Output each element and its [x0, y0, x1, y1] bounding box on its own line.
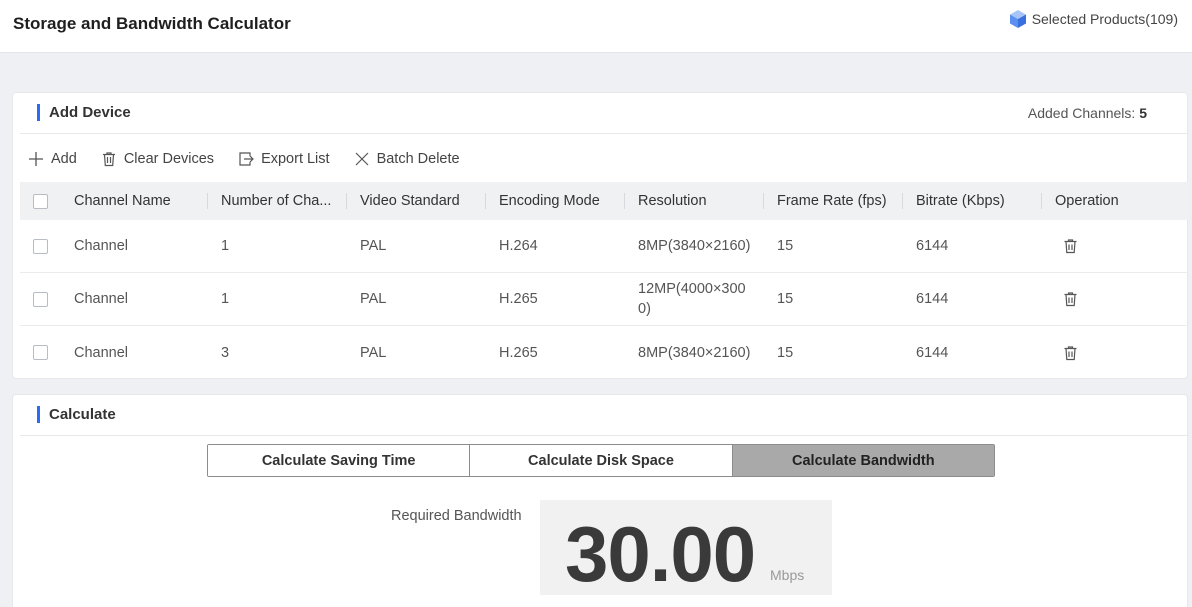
required-bandwidth-label: Required Bandwidth	[391, 508, 522, 524]
video-standard-cell: PAL	[346, 343, 485, 363]
tab-calculate-bandwidth[interactable]: Calculate Bandwidth	[732, 445, 994, 476]
column-header-channel-name: Channel Name	[60, 191, 207, 211]
resolution-cell: 12MP(4000×3000)	[624, 279, 763, 319]
row-checkbox[interactable]	[33, 292, 48, 307]
calculate-panel: Calculate Calculate Saving Time Calculat…	[12, 394, 1188, 607]
frame-rate-cell: 15	[763, 289, 902, 309]
required-bandwidth-value: 30.00	[565, 509, 755, 599]
export-icon	[238, 151, 254, 167]
tab-calculate-disk-space[interactable]: Calculate Disk Space	[469, 445, 731, 476]
add-device-header: Add Device Added Channels: 5	[20, 93, 1187, 134]
channel-name-cell: Channel	[60, 343, 207, 363]
section-marker	[37, 406, 40, 423]
channel-name-cell: Channel	[60, 236, 207, 256]
resolution-cell: 8MP(3840×2160)	[624, 236, 763, 256]
select-all-cell	[20, 191, 60, 211]
close-icon	[354, 151, 370, 167]
column-header-frame-rate: Frame Rate (fps)	[763, 191, 902, 211]
bitrate-cell: 6144	[902, 289, 1041, 309]
operation-cell	[1041, 236, 1189, 256]
batch-delete-button[interactable]: Batch Delete	[354, 151, 460, 167]
device-table: Channel Name Number of Cha... Video Stan…	[20, 182, 1189, 379]
top-bar: Storage and Bandwidth Calculator Selecte…	[0, 0, 1192, 53]
delete-row-icon[interactable]	[1063, 238, 1078, 254]
column-header-resolution: Resolution	[624, 191, 763, 211]
delete-row-icon[interactable]	[1063, 291, 1078, 307]
trash-icon	[101, 151, 117, 167]
row-select-cell	[20, 236, 60, 256]
added-channels-label: Added Channels:	[1028, 105, 1139, 121]
clear-devices-button[interactable]: Clear Devices	[101, 151, 214, 167]
column-header-operation: Operation	[1041, 191, 1189, 211]
add-button-label: Add	[51, 151, 77, 167]
device-toolbar: Add Clear Devices Export List Batch Dele…	[28, 149, 484, 169]
channel-number-cell: 1	[207, 236, 346, 256]
encoding-mode-cell: H.265	[485, 289, 624, 309]
video-standard-cell: PAL	[346, 236, 485, 256]
table-row: Channel 1 PAL H.264 8MP(3840×2160) 15 61…	[20, 220, 1189, 273]
table-header: Channel Name Number of Cha... Video Stan…	[20, 182, 1189, 220]
added-channels-counter: Added Channels: 5	[1028, 105, 1147, 121]
selected-products-button[interactable]: Selected Products(109)	[1008, 9, 1178, 29]
operation-cell	[1041, 289, 1189, 309]
resolution-cell: 8MP(3840×2160)	[624, 343, 763, 363]
tab-calculate-saving-time[interactable]: Calculate Saving Time	[208, 445, 469, 476]
row-select-cell	[20, 343, 60, 363]
clear-devices-label: Clear Devices	[124, 151, 214, 167]
column-header-number: Number of Cha...	[207, 191, 346, 211]
delete-row-icon[interactable]	[1063, 345, 1078, 361]
bitrate-cell: 6144	[902, 343, 1041, 363]
calculate-mode-tabs: Calculate Saving Time Calculate Disk Spa…	[207, 444, 995, 477]
calculate-title: Calculate	[49, 406, 116, 423]
plus-icon	[28, 151, 44, 167]
channel-number-cell: 3	[207, 343, 346, 363]
frame-rate-cell: 15	[763, 236, 902, 256]
row-select-cell	[20, 289, 60, 309]
encoding-mode-cell: H.264	[485, 236, 624, 256]
operation-cell	[1041, 343, 1189, 363]
frame-rate-cell: 15	[763, 343, 902, 363]
result-display: 30.00 Mbps	[540, 500, 832, 595]
table-row: Channel 1 PAL H.265 12MP(4000×3000) 15 6…	[20, 273, 1189, 326]
channel-number-cell: 1	[207, 289, 346, 309]
add-device-panel: Add Device Added Channels: 5 Add Clear D…	[12, 92, 1188, 379]
calculate-header: Calculate	[20, 395, 1187, 436]
row-checkbox[interactable]	[33, 345, 48, 360]
add-device-title: Add Device	[49, 104, 131, 121]
required-bandwidth-unit: Mbps	[770, 567, 804, 583]
encoding-mode-cell: H.265	[485, 343, 624, 363]
added-channels-count: 5	[1139, 105, 1147, 121]
export-list-button[interactable]: Export List	[238, 151, 330, 167]
batch-delete-label: Batch Delete	[377, 151, 460, 167]
video-standard-cell: PAL	[346, 289, 485, 309]
row-checkbox[interactable]	[33, 239, 48, 254]
export-list-label: Export List	[261, 151, 330, 167]
column-header-video-standard: Video Standard	[346, 191, 485, 211]
select-all-checkbox[interactable]	[33, 194, 48, 209]
table-row: Channel 3 PAL H.265 8MP(3840×2160) 15 61…	[20, 326, 1189, 379]
page-title: Storage and Bandwidth Calculator	[13, 14, 291, 34]
section-marker	[37, 104, 40, 121]
channel-name-cell: Channel	[60, 289, 207, 309]
column-header-encoding-mode: Encoding Mode	[485, 191, 624, 211]
cube-icon	[1008, 9, 1028, 29]
column-header-bitrate: Bitrate (Kbps)	[902, 191, 1041, 211]
add-button[interactable]: Add	[28, 151, 77, 167]
bitrate-cell: 6144	[902, 236, 1041, 256]
selected-products-label: Selected Products(109)	[1032, 11, 1178, 27]
